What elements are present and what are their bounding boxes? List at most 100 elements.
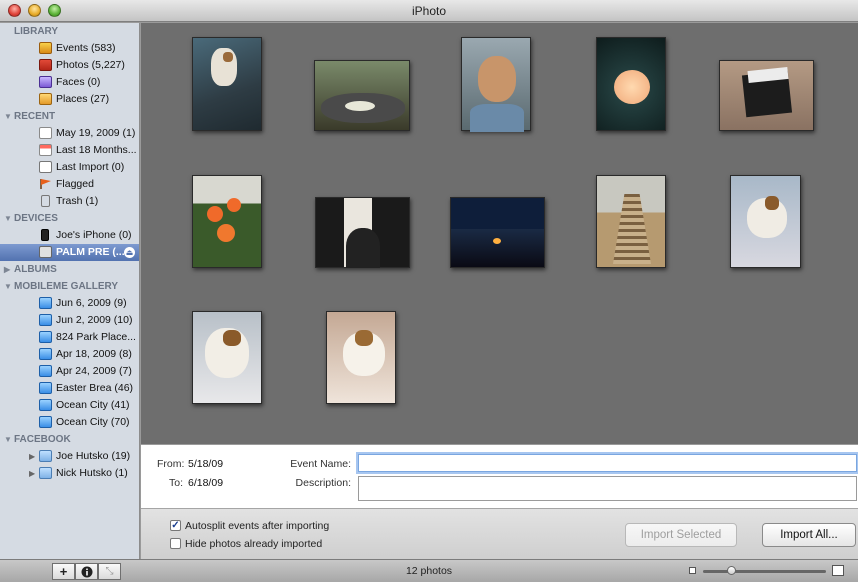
places-icon — [39, 93, 52, 105]
event-name-field[interactable] — [358, 454, 857, 472]
sidebar-item-palm-pre[interactable]: PALM PRE (... ⏏ — [0, 244, 139, 261]
section-facebook[interactable]: ▼ FACEBOOK — [0, 431, 139, 448]
mobileme-gallery-icon — [39, 399, 52, 411]
section-library[interactable]: LIBRARY — [0, 23, 139, 40]
photo-thumbnail[interactable] — [719, 60, 814, 131]
section-mobileme[interactable]: ▼ MOBILEME GALLERY — [0, 278, 139, 295]
hide-imported-label: Hide photos already imported — [185, 538, 323, 550]
import-all-button[interactable]: Import All... — [762, 523, 856, 547]
hide-imported-checkbox[interactable] — [170, 538, 181, 549]
sidebar-item-gallery[interactable]: Ocean City (41) — [0, 397, 139, 414]
section-facebook-label: FACEBOOK — [14, 434, 71, 445]
disclosure-open-icon[interactable]: ▼ — [4, 108, 12, 125]
zoom-out-icon[interactable] — [689, 567, 696, 574]
zoom-slider-handle[interactable] — [727, 566, 736, 575]
photo-thumbnail[interactable] — [730, 175, 801, 268]
sidebar-item-label: Events (583) — [56, 42, 116, 54]
event-icon — [39, 127, 52, 139]
description-label: Description: — [295, 477, 351, 489]
autosplit-label: Autosplit events after importing — [185, 520, 330, 532]
import-selected-button[interactable]: Import Selected — [625, 523, 737, 547]
sidebar-item-label: Jun 6, 2009 (9) — [56, 297, 127, 309]
sidebar-item-iphone[interactable]: Joe's iPhone (0) — [0, 227, 139, 244]
sidebar-item-photos[interactable]: Photos (5,227) — [0, 57, 139, 74]
sidebar-item-label: Ocean City (41) — [56, 399, 130, 411]
sidebar-item-facebook-album[interactable]: ▶ Nick Hutsko (1) — [0, 465, 139, 482]
photo-thumbnail[interactable] — [314, 60, 410, 131]
trash-icon — [41, 195, 50, 207]
sidebar-item-label: Apr 18, 2009 (8) — [56, 348, 132, 360]
flag-icon — [39, 178, 52, 190]
sidebar-item-gallery[interactable]: 824 Park Place... — [0, 329, 139, 346]
sidebar-item-gallery[interactable]: Ocean City (70) — [0, 414, 139, 431]
sidebar-item-places[interactable]: Places (27) — [0, 91, 139, 108]
window-title: iPhoto — [411, 4, 447, 18]
section-recent-label: RECENT — [14, 111, 56, 122]
zoom-in-icon[interactable] — [832, 565, 844, 576]
sidebar-item-label: Flagged — [56, 178, 94, 190]
photo-thumbnail[interactable] — [461, 37, 531, 132]
folder-icon — [39, 467, 52, 479]
calendar-icon — [39, 144, 52, 156]
to-date: 6/18/09 — [188, 477, 224, 489]
from-date: 5/18/09 — [188, 458, 224, 470]
sidebar-item-label: Places (27) — [56, 93, 110, 105]
photo-thumbnail[interactable] — [192, 37, 262, 131]
sidebar-item-gallery[interactable]: Easter Brea (46) — [0, 380, 139, 397]
sidebar-item-trash[interactable]: Trash (1) — [0, 193, 139, 210]
event-name-label: Event Name: — [290, 458, 351, 470]
mobileme-gallery-icon — [39, 348, 52, 360]
photo-thumbnail[interactable] — [596, 175, 666, 268]
sidebar-item-gallery[interactable]: Jun 2, 2009 (10) — [0, 312, 139, 329]
iphone-icon — [41, 229, 49, 241]
sidebar-item-gallery[interactable]: Jun 6, 2009 (9) — [0, 295, 139, 312]
disclosure-open-icon[interactable]: ▼ — [4, 278, 12, 295]
photo-thumbnail[interactable] — [315, 197, 410, 268]
photo-thumbnail[interactable] — [596, 37, 666, 131]
photo-browser[interactable] — [141, 23, 858, 444]
sidebar-item-label: Last Import (0) — [56, 161, 125, 173]
sidebar-item-recent-event[interactable]: May 19, 2009 (1) — [0, 125, 139, 142]
photo-thumbnail[interactable] — [326, 311, 396, 404]
disclosure-closed-icon[interactable]: ▶ — [4, 261, 10, 278]
sidebar-item-last-18-months[interactable]: Last 18 Months... — [0, 142, 139, 159]
section-albums[interactable]: ▶ ALBUMS — [0, 261, 139, 278]
disclosure-closed-icon[interactable]: ▶ — [29, 465, 35, 482]
to-label: To: — [168, 477, 183, 489]
sidebar-item-last-import[interactable]: Last Import (0) — [0, 159, 139, 176]
title-bar: iPhoto — [0, 0, 858, 22]
sidebar-item-gallery[interactable]: Apr 18, 2009 (8) — [0, 346, 139, 363]
section-library-label: LIBRARY — [14, 26, 59, 37]
sidebar-item-label: Ocean City (70) — [56, 416, 130, 428]
sidebar-item-events[interactable]: Events (583) — [0, 40, 139, 57]
mobileme-gallery-icon — [39, 314, 52, 326]
photo-thumbnail[interactable] — [192, 175, 262, 268]
disclosure-open-icon[interactable]: ▼ — [4, 431, 12, 448]
sidebar-item-label: 824 Park Place... — [56, 331, 136, 343]
zoom-slider[interactable] — [703, 570, 826, 573]
sidebar-item-gallery[interactable]: Apr 24, 2009 (7) — [0, 363, 139, 380]
sidebar-item-label: PALM PRE (... — [56, 246, 125, 258]
section-recent[interactable]: ▼ RECENT — [0, 108, 139, 125]
photos-icon — [39, 59, 52, 71]
disclosure-closed-icon[interactable]: ▶ — [29, 448, 35, 465]
mobileme-gallery-icon — [39, 382, 52, 394]
sidebar-item-flagged[interactable]: Flagged — [0, 176, 139, 193]
section-albums-label: ALBUMS — [14, 264, 57, 275]
eject-icon[interactable]: ⏏ — [124, 247, 135, 258]
section-mobileme-label: MOBILEME GALLERY — [14, 281, 119, 292]
bottom-toolbar: + ⤡ 12 photos — [0, 559, 858, 582]
section-devices[interactable]: ▼ DEVICES — [0, 210, 139, 227]
import-icon — [39, 161, 52, 173]
from-label: From: — [157, 458, 185, 470]
sidebar-item-label: Apr 24, 2009 (7) — [56, 365, 132, 377]
sidebar-item-facebook-album[interactable]: ▶ Joe Hutsko (19) — [0, 448, 139, 465]
photo-thumbnail[interactable] — [192, 311, 262, 404]
mobileme-gallery-icon — [39, 416, 52, 428]
sidebar-item-faces[interactable]: Faces (0) — [0, 74, 139, 91]
autosplit-checkbox[interactable]: ✓ — [170, 520, 181, 531]
mobileme-gallery-icon — [39, 297, 52, 309]
description-field[interactable] — [358, 476, 857, 501]
disclosure-open-icon[interactable]: ▼ — [4, 210, 12, 227]
photo-thumbnail[interactable] — [450, 197, 545, 268]
